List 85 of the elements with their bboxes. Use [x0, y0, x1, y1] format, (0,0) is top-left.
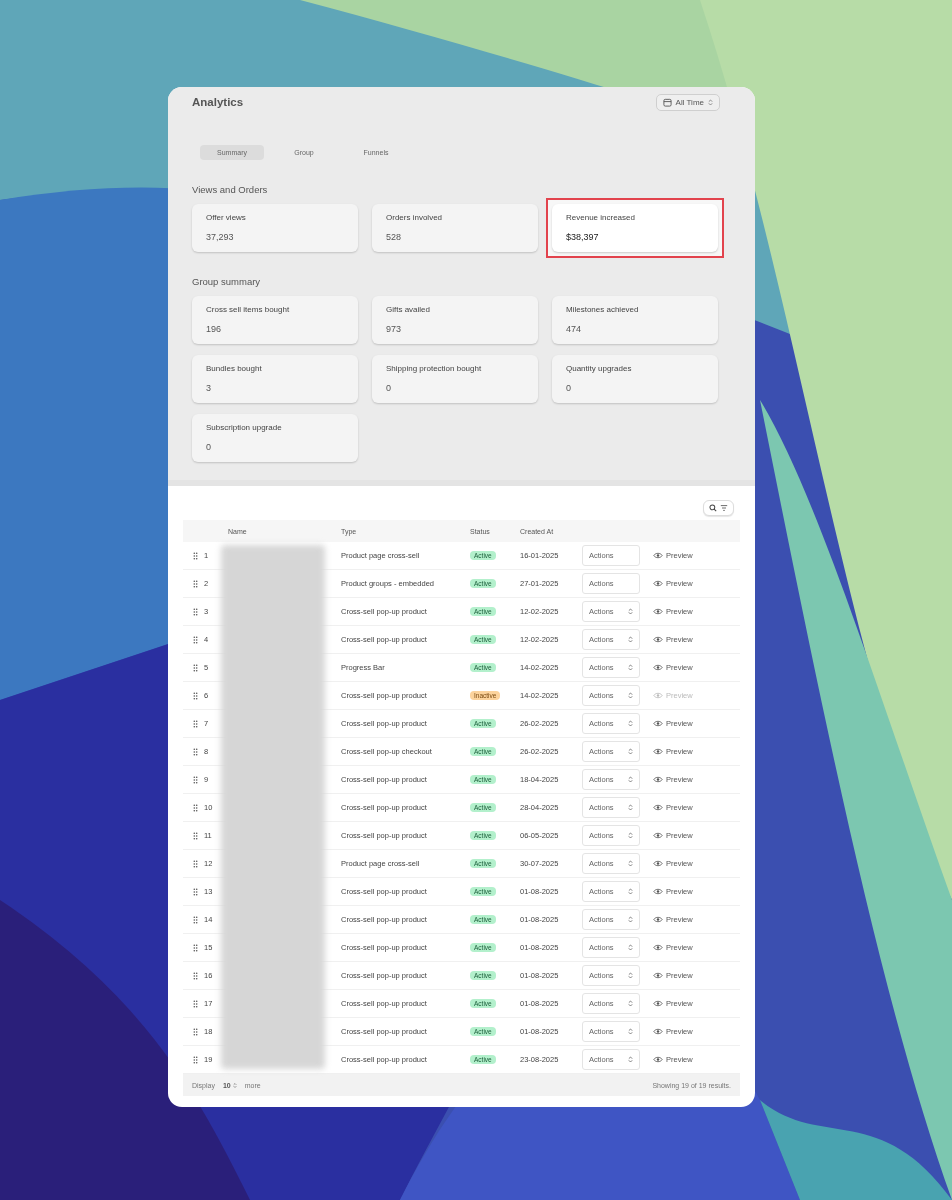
stat-label: Milestones achieved	[566, 305, 640, 314]
eye-icon	[653, 944, 663, 951]
drag-handle-icon[interactable]	[193, 775, 198, 784]
eye-icon	[653, 776, 663, 783]
drag-handle-icon[interactable]	[193, 635, 198, 644]
calendar-icon	[662, 97, 672, 107]
eye-icon	[653, 748, 663, 755]
search-filter-button[interactable]	[703, 500, 734, 516]
eye-icon	[653, 1056, 663, 1063]
eye-icon	[653, 720, 663, 727]
drag-handle-icon[interactable]	[193, 719, 198, 728]
chevron-updown-icon	[628, 663, 633, 672]
drag-handle-icon[interactable]	[193, 663, 198, 672]
eye-icon	[653, 692, 663, 699]
eye-icon	[653, 664, 663, 671]
chevron-updown-icon	[628, 859, 633, 868]
stat-label: Subscription upgrade	[206, 423, 283, 432]
section-title: Group summary	[192, 276, 262, 287]
chevron-updown-icon	[628, 719, 633, 728]
chevron-updown-icon	[628, 831, 633, 840]
stat-value: 0	[566, 383, 572, 393]
eye-icon	[653, 608, 663, 615]
chevron-updown-icon	[708, 97, 713, 107]
chevron-updown-icon	[232, 1081, 237, 1089]
chevron-updown-icon	[628, 1055, 633, 1064]
eye-icon	[653, 1028, 663, 1035]
eye-icon	[653, 888, 663, 895]
search-icon	[709, 504, 717, 512]
stat-label: Offer views	[206, 213, 247, 222]
eye-icon	[653, 832, 663, 839]
chevron-updown-icon	[628, 635, 633, 644]
stat-value: 474	[566, 324, 583, 334]
eye-icon	[653, 580, 663, 587]
stat-value: $38,397	[566, 232, 600, 242]
eye-icon	[653, 804, 663, 811]
drag-handle-icon[interactable]	[193, 999, 198, 1008]
chevron-updown-icon	[628, 915, 633, 924]
filter-icon	[720, 504, 728, 512]
stat-value: 37,293	[206, 232, 235, 242]
chevron-updown-icon	[628, 691, 633, 700]
page-title: Analytics	[192, 96, 244, 108]
drag-handle-icon[interactable]	[193, 551, 198, 560]
drag-handle-icon[interactable]	[193, 971, 198, 980]
stat-label: Revenue increased	[566, 213, 636, 222]
drag-handle-icon[interactable]	[193, 915, 198, 924]
eye-icon	[653, 1000, 663, 1007]
stat-value: 0	[206, 442, 212, 452]
drag-handle-icon[interactable]	[193, 579, 198, 588]
eye-icon	[653, 972, 663, 979]
chevron-updown-icon	[628, 887, 633, 896]
chevron-updown-icon	[628, 1027, 633, 1036]
drag-handle-icon[interactable]	[193, 1055, 198, 1064]
eye-icon	[653, 860, 663, 867]
stat-label: Shipping protection bought	[386, 364, 483, 373]
drag-handle-icon[interactable]	[193, 859, 198, 868]
drag-handle-icon[interactable]	[193, 803, 198, 812]
stat-value: 3	[206, 383, 212, 393]
eye-icon	[653, 552, 663, 559]
chevron-updown-icon	[628, 943, 633, 952]
stat-label: Cross sell items bought	[206, 305, 291, 314]
stat-label: Quantity upgrades	[566, 364, 633, 373]
eye-icon	[653, 916, 663, 923]
section-title: Views and Orders	[192, 184, 269, 195]
chevron-updown-icon	[628, 747, 633, 756]
chevron-updown-icon	[628, 803, 633, 812]
drag-handle-icon[interactable]	[193, 607, 198, 616]
stat-label: Gifts availed	[386, 305, 432, 314]
chevron-updown-icon	[628, 999, 633, 1008]
drag-handle-icon[interactable]	[193, 943, 198, 952]
drag-handle-icon[interactable]	[193, 747, 198, 756]
stat-value: 0	[386, 383, 392, 393]
drag-handle-icon[interactable]	[193, 691, 198, 700]
eye-icon	[653, 636, 663, 643]
stat-value: 196	[206, 324, 223, 334]
chevron-updown-icon	[628, 775, 633, 784]
stat-label: Bundles bought	[206, 364, 263, 373]
stat-value: 973	[386, 324, 403, 334]
stat-label: Orders involved	[386, 213, 444, 222]
drag-handle-icon[interactable]	[193, 1027, 198, 1036]
drag-handle-icon[interactable]	[193, 831, 198, 840]
drag-handle-icon[interactable]	[193, 887, 198, 896]
stat-value: 528	[386, 232, 403, 242]
date-range-button[interactable]: All Time	[655, 93, 720, 111]
chevron-updown-icon	[628, 971, 633, 980]
chevron-updown-icon	[628, 607, 633, 616]
